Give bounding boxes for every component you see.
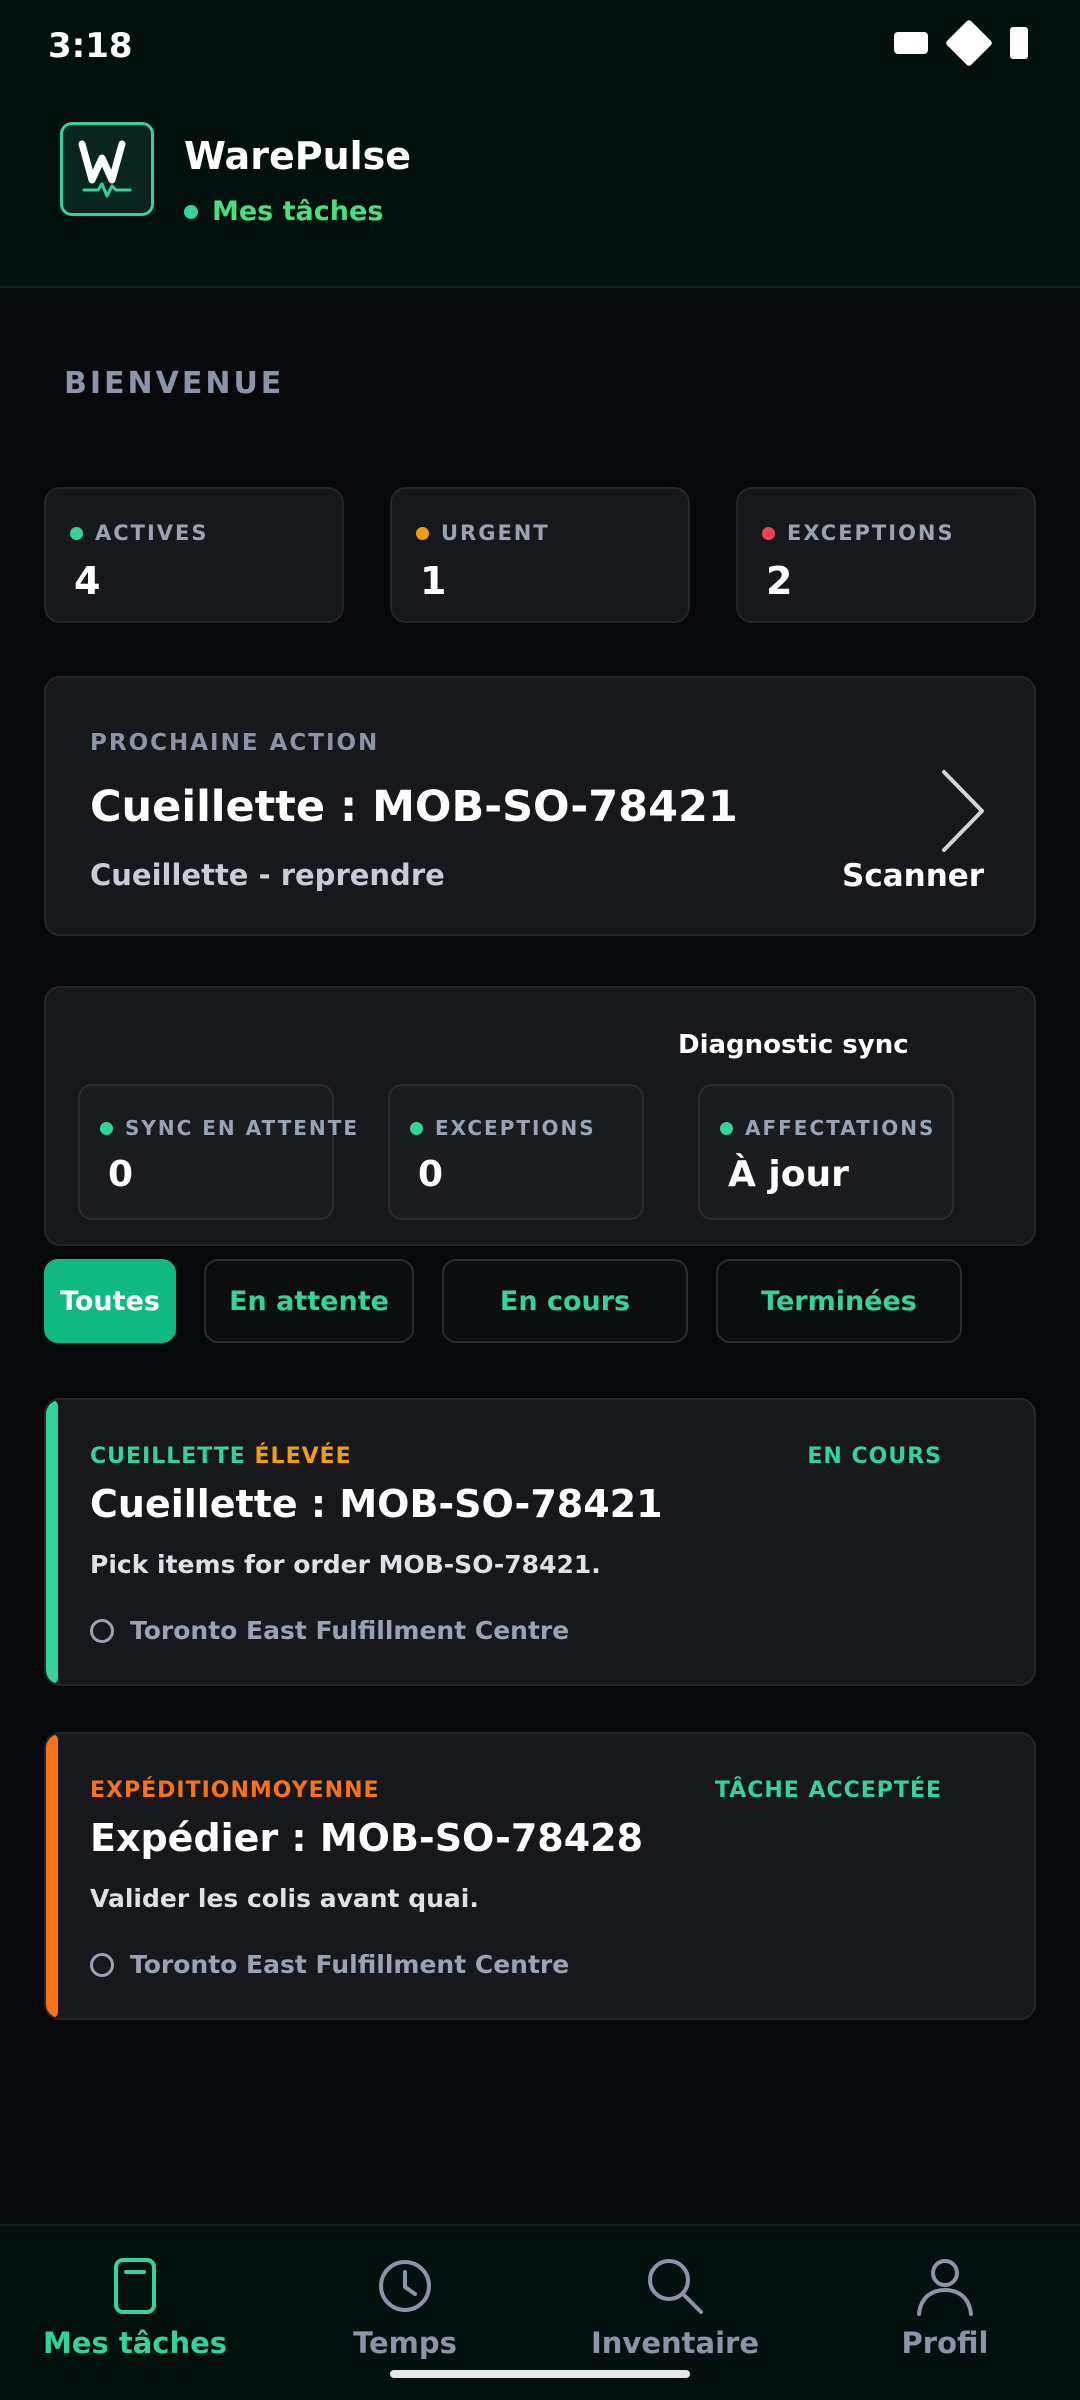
user-icon (917, 2259, 973, 2316)
filter-tab-all[interactable]: Toutes (44, 1259, 176, 1343)
diag-assignments: AFFECTATIONS À jour (698, 1084, 954, 1220)
nav-label: Inventaire (591, 2326, 759, 2360)
diag-exceptions: EXCEPTIONS 0 (388, 1084, 644, 1220)
status-dot (70, 526, 83, 540)
diag-value: 0 (108, 1154, 134, 1195)
task-title: Expédier : MOB-SO-78428 (90, 1816, 644, 1860)
stat-card-actives[interactable]: ACTIVES 4 (44, 487, 344, 623)
task-location-text: Toronto East Fulfillment Centre (130, 1950, 570, 1979)
task-status: TÂCHE ACCEPTÉE (714, 1778, 942, 1803)
stat-value: 4 (74, 559, 101, 603)
filter-tab-done[interactable]: Terminées (716, 1259, 962, 1343)
task-title: Cueillette : MOB-SO-78421 (90, 1482, 663, 1526)
stat-card-exceptions[interactable]: EXCEPTIONS 2 (736, 487, 1036, 623)
filter-tab-pending[interactable]: En attente (204, 1259, 414, 1343)
task-accent-bar (46, 1734, 58, 2018)
app-logo (60, 122, 154, 216)
task-location: Toronto East Fulfillment Centre (90, 1616, 569, 1645)
task-description: Valider les colis avant quai. (90, 1884, 479, 1913)
diag-value: À jour (728, 1154, 849, 1195)
stat-value: 2 (766, 559, 793, 603)
task-location-text: Toronto East Fulfillment Centre (130, 1616, 570, 1645)
task-priority: MOYENNE (249, 1778, 380, 1803)
nav-label: Temps (353, 2326, 457, 2360)
next-action-kicker: PROCHAINE ACTION (90, 730, 380, 756)
status-dot (100, 1121, 113, 1135)
tasks-icon (114, 2258, 156, 2314)
status-time: 3:18 (48, 26, 133, 66)
task-category: EXPÉDITIONMOYENNE (90, 1778, 380, 1803)
welcome-heading: BIENVENUE (64, 366, 285, 401)
task-priority: ÉLEVÉE (254, 1444, 352, 1469)
stat-label: URGENT (441, 521, 550, 545)
nav-label: Profil (901, 2326, 989, 2360)
next-action-title: Cueillette : MOB-SO-78421 (90, 782, 738, 832)
diag-sync-pending: SYNC EN ATTENTE 0 (78, 1084, 357, 1220)
task-accent-bar (46, 1400, 58, 1684)
diag-label: AFFECTATIONS (745, 1116, 936, 1140)
search-icon (648, 2259, 703, 2314)
stat-value: 1 (420, 559, 447, 603)
scan-button[interactable]: Scanner (842, 858, 984, 894)
top-app-bar: 3:18 WarePulse Mes tâches (0, 0, 1080, 288)
battery-icon (894, 32, 928, 54)
task-category-label: CUEILLETTE (90, 1444, 246, 1469)
diag-label: SYNC EN ATTENTE (125, 1116, 360, 1140)
app-subtitle: Mes tâches (184, 196, 383, 227)
location-icon (90, 1952, 114, 1977)
task-status: EN COURS (807, 1444, 942, 1469)
stat-label: ACTIVES (95, 521, 209, 545)
chevron-right-icon[interactable] (932, 766, 992, 856)
signal-icon (944, 18, 994, 68)
stat-card-urgent[interactable]: URGENT 1 (390, 487, 690, 623)
logo-pulse-icon (78, 140, 132, 198)
app-subtitle-text: Mes tâches (212, 196, 384, 227)
diag-label: EXCEPTIONS (435, 1116, 596, 1140)
status-dot (410, 1121, 423, 1135)
status-dot (762, 526, 775, 540)
diagnostic-heading: Diagnostic sync (678, 1030, 909, 1060)
status-dot (720, 1121, 733, 1135)
task-card[interactable]: CUEILLETTE ÉLEVÉE EN COURS Cueillette : … (44, 1398, 1036, 1686)
online-dot (184, 204, 198, 219)
diag-value: 0 (418, 1154, 444, 1195)
sync-diagnostic-card: Diagnostic sync SYNC EN ATTENTE 0 EXCEPT… (44, 986, 1036, 1246)
status-icons (894, 18, 1028, 68)
nav-item-time[interactable]: Temps (270, 2256, 540, 2360)
app-title: WarePulse (184, 134, 412, 178)
task-category-label: EXPÉDITION (90, 1778, 250, 1803)
nav-label: Mes tâches (42, 2326, 228, 2360)
app-screen: 3:18 WarePulse Mes tâches BIENVENUE ACTI… (0, 0, 1080, 2400)
home-indicator[interactable] (390, 2370, 690, 2378)
task-location: Toronto East Fulfillment Centre (90, 1950, 569, 1979)
filter-tab-in-progress[interactable]: En cours (442, 1259, 688, 1343)
task-category: CUEILLETTE ÉLEVÉE (90, 1444, 352, 1469)
status-dot (416, 526, 429, 540)
next-action-card[interactable]: PROCHAINE ACTION Cueillette : MOB-SO-784… (44, 676, 1036, 936)
nav-item-tasks[interactable]: Mes tâches (0, 2256, 270, 2360)
stat-label: EXCEPTIONS (787, 521, 955, 545)
wifi-icon (1010, 27, 1028, 59)
task-card[interactable]: EXPÉDITIONMOYENNE TÂCHE ACCEPTÉE Expédie… (44, 1732, 1036, 2020)
task-description: Pick items for order MOB-SO-78421. (90, 1550, 601, 1579)
location-icon (90, 1618, 114, 1643)
nav-item-profile[interactable]: Profil (810, 2256, 1080, 2360)
next-action-subtitle: Cueillette - reprendre (90, 858, 445, 892)
nav-item-inventory[interactable]: Inventaire (540, 2256, 810, 2360)
clock-icon (379, 2260, 431, 2312)
